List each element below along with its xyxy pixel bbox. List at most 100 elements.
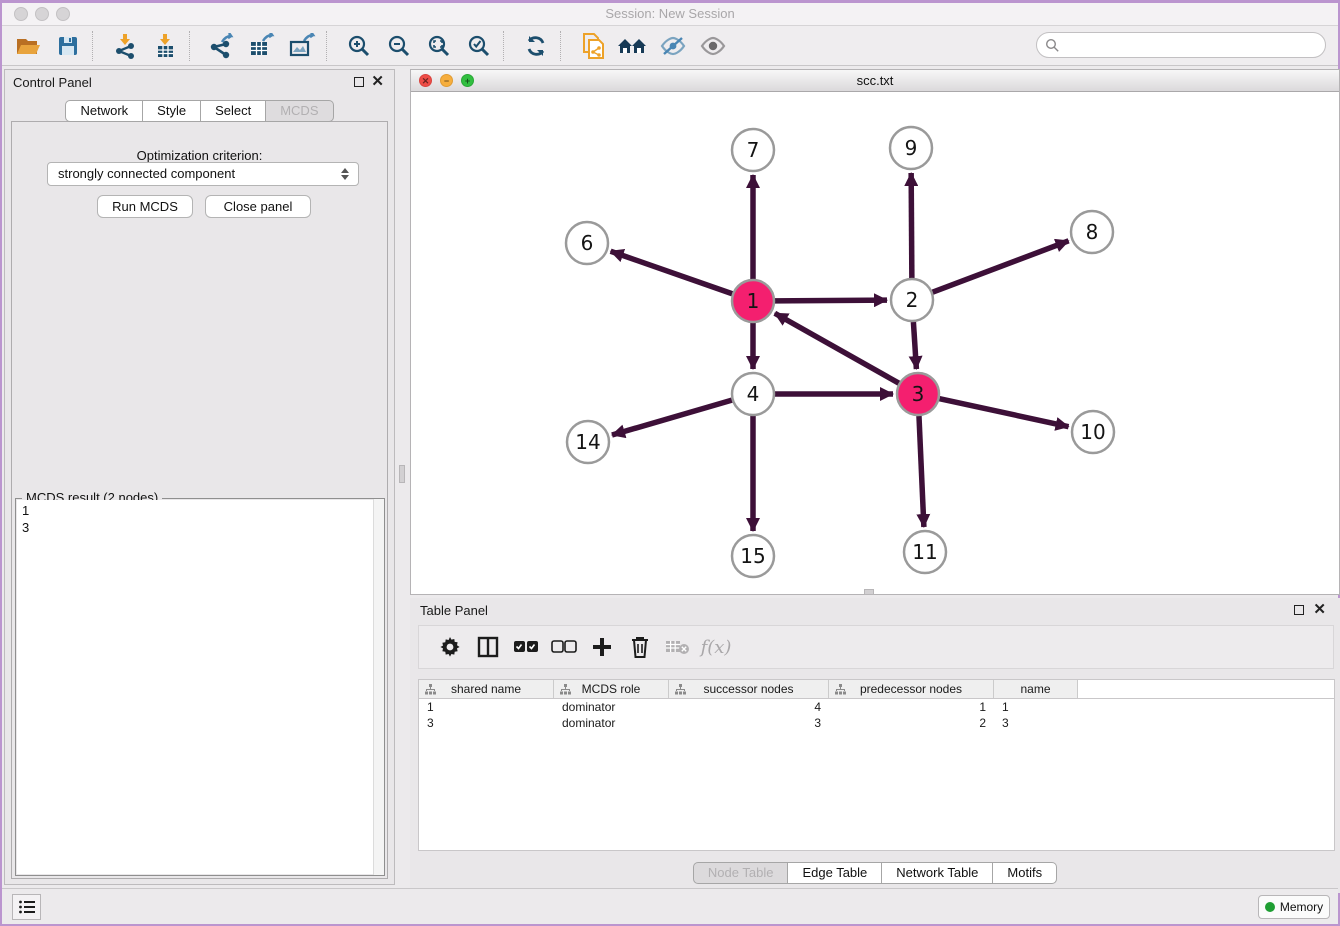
show-all-icon[interactable] [693,30,733,62]
node-table: shared nameMCDS rolesuccessor nodesprede… [418,679,1335,851]
float-panel-icon[interactable] [354,77,364,87]
table-cell[interactable]: 3 [669,715,829,731]
open-session-icon[interactable] [8,30,48,62]
save-session-icon[interactable] [48,30,88,62]
tab-style[interactable]: Style [143,100,201,122]
table-cell[interactable]: dominator [554,715,669,731]
main-toolbar [2,26,1338,66]
application-window: Session: New Session [0,0,1340,926]
memory-label: Memory [1280,900,1323,914]
deselect-all-checks-icon[interactable] [545,630,583,664]
graph-node-label: 1 [747,289,760,313]
graph-node-label: 4 [747,382,760,406]
optimization-criterion-label: Optimization criterion: [5,148,394,163]
network-graph-canvas[interactable]: 7968124314101511 [411,92,1339,594]
network-window-titlebar[interactable]: ✕ − + scc.txt [411,70,1339,92]
table-cell[interactable]: 2 [829,715,994,731]
close-panel-button[interactable]: Close panel [205,195,311,218]
memory-status-icon [1265,902,1275,912]
function-builder-icon[interactable]: f(x) [697,630,735,664]
mcds-result-text[interactable]: 13 [17,500,383,874]
import-network-icon[interactable] [105,30,145,62]
control-panel-title: Control Panel [13,75,92,90]
float-table-panel-icon[interactable] [1294,605,1304,615]
graph-edge-3-1[interactable] [775,313,899,383]
graph-edge-1-6[interactable] [611,251,733,293]
delete-column-icon[interactable] [621,630,659,664]
tab-motifs[interactable]: Motifs [993,862,1057,884]
network-view-window: ✕ − + scc.txt 7968124314101511 [410,69,1340,595]
table-cell[interactable]: 3 [419,715,554,731]
column-header-MCDS-role[interactable]: MCDS role [554,680,669,698]
tab-edge-table[interactable]: Edge Table [788,862,882,884]
hide-selected-icon[interactable] [653,30,693,62]
search-input[interactable] [1060,35,1325,55]
table-header-row: shared nameMCDS rolesuccessor nodesprede… [419,680,1334,699]
zoom-selected-icon[interactable] [459,30,499,62]
toolbar-separator [326,31,335,61]
tab-node-table[interactable]: Node Table [693,862,789,884]
mcds-result-scrollbar[interactable] [373,499,384,875]
refresh-view-icon[interactable] [516,30,556,62]
table-toolbar: f(x) [418,625,1334,669]
table-header-filler [1078,680,1334,698]
graph-node-label: 7 [747,138,760,162]
graph-edge-2-8[interactable] [933,241,1069,292]
table-row[interactable]: 3dominator323 [419,715,1334,731]
export-network-icon[interactable] [202,30,242,62]
run-mcds-button[interactable]: Run MCDS [97,195,193,218]
graph-edge-1-2[interactable] [775,300,887,301]
zoom-fit-icon[interactable] [419,30,459,62]
window-titlebar: Session: New Session [2,3,1338,26]
add-column-icon[interactable] [583,630,621,664]
task-history-button[interactable] [12,894,41,920]
column-header-successor-nodes[interactable]: successor nodes [669,680,829,698]
optimization-dropdown[interactable]: strongly connected component [47,162,359,186]
toolbar-separator [92,31,101,61]
table-cell[interactable]: 1 [419,699,554,715]
column-header-shared-name[interactable]: shared name [419,680,554,698]
tab-select[interactable]: Select [201,100,266,122]
table-cell[interactable]: 1 [994,699,1078,715]
settings-gear-icon[interactable] [431,630,469,664]
table-cell[interactable]: dominator [554,699,669,715]
search-field [1036,32,1326,58]
delete-table-icon[interactable] [659,630,697,664]
export-table-icon[interactable] [242,30,282,62]
zoom-out-icon[interactable] [379,30,419,62]
column-header-name[interactable]: name [994,680,1078,698]
toolbar-separator [189,31,198,61]
optimization-dropdown-value: strongly connected component [58,166,235,181]
graph-edge-2-3[interactable] [913,322,916,369]
graph-edge-3-10[interactable] [939,399,1068,427]
memory-button[interactable]: Memory [1258,895,1330,919]
table-cell[interactable]: 3 [994,715,1078,731]
close-panel-icon[interactable]: ✕ [371,73,384,91]
zoom-in-icon[interactable] [339,30,379,62]
export-image-icon[interactable] [282,30,322,62]
tab-network[interactable]: Network [65,100,143,122]
home-layout-icon[interactable] [613,30,653,62]
tab-mcds[interactable]: MCDS [266,100,333,122]
toggle-column-panel-icon[interactable] [469,630,507,664]
list-icon [18,899,36,915]
column-header-predecessor-nodes[interactable]: predecessor nodes [829,680,994,698]
graph-edge-2-9[interactable] [911,173,912,278]
dropdown-stepper-icon [341,166,352,183]
table-cell[interactable]: 1 [829,699,994,715]
table-panel: Table Panel ✕ [410,598,1340,893]
panel-splitter-grip[interactable] [399,465,405,483]
table-panel-header: Table Panel ✕ [410,598,1340,622]
table-row[interactable]: 1dominator411 [419,699,1334,715]
table-cell[interactable]: 4 [669,699,829,715]
close-table-panel-icon[interactable]: ✕ [1313,601,1326,619]
tab-network-table[interactable]: Network Table [882,862,993,884]
clone-network-icon[interactable] [573,30,613,62]
horizontal-splitter-grip[interactable] [864,589,874,595]
import-table-icon[interactable] [145,30,185,62]
graph-node-label: 10 [1080,420,1105,444]
table-panel-title: Table Panel [420,603,488,618]
graph-edge-4-14[interactable] [612,400,732,435]
graph-edge-3-11[interactable] [919,416,924,527]
select-all-checks-icon[interactable] [507,630,545,664]
